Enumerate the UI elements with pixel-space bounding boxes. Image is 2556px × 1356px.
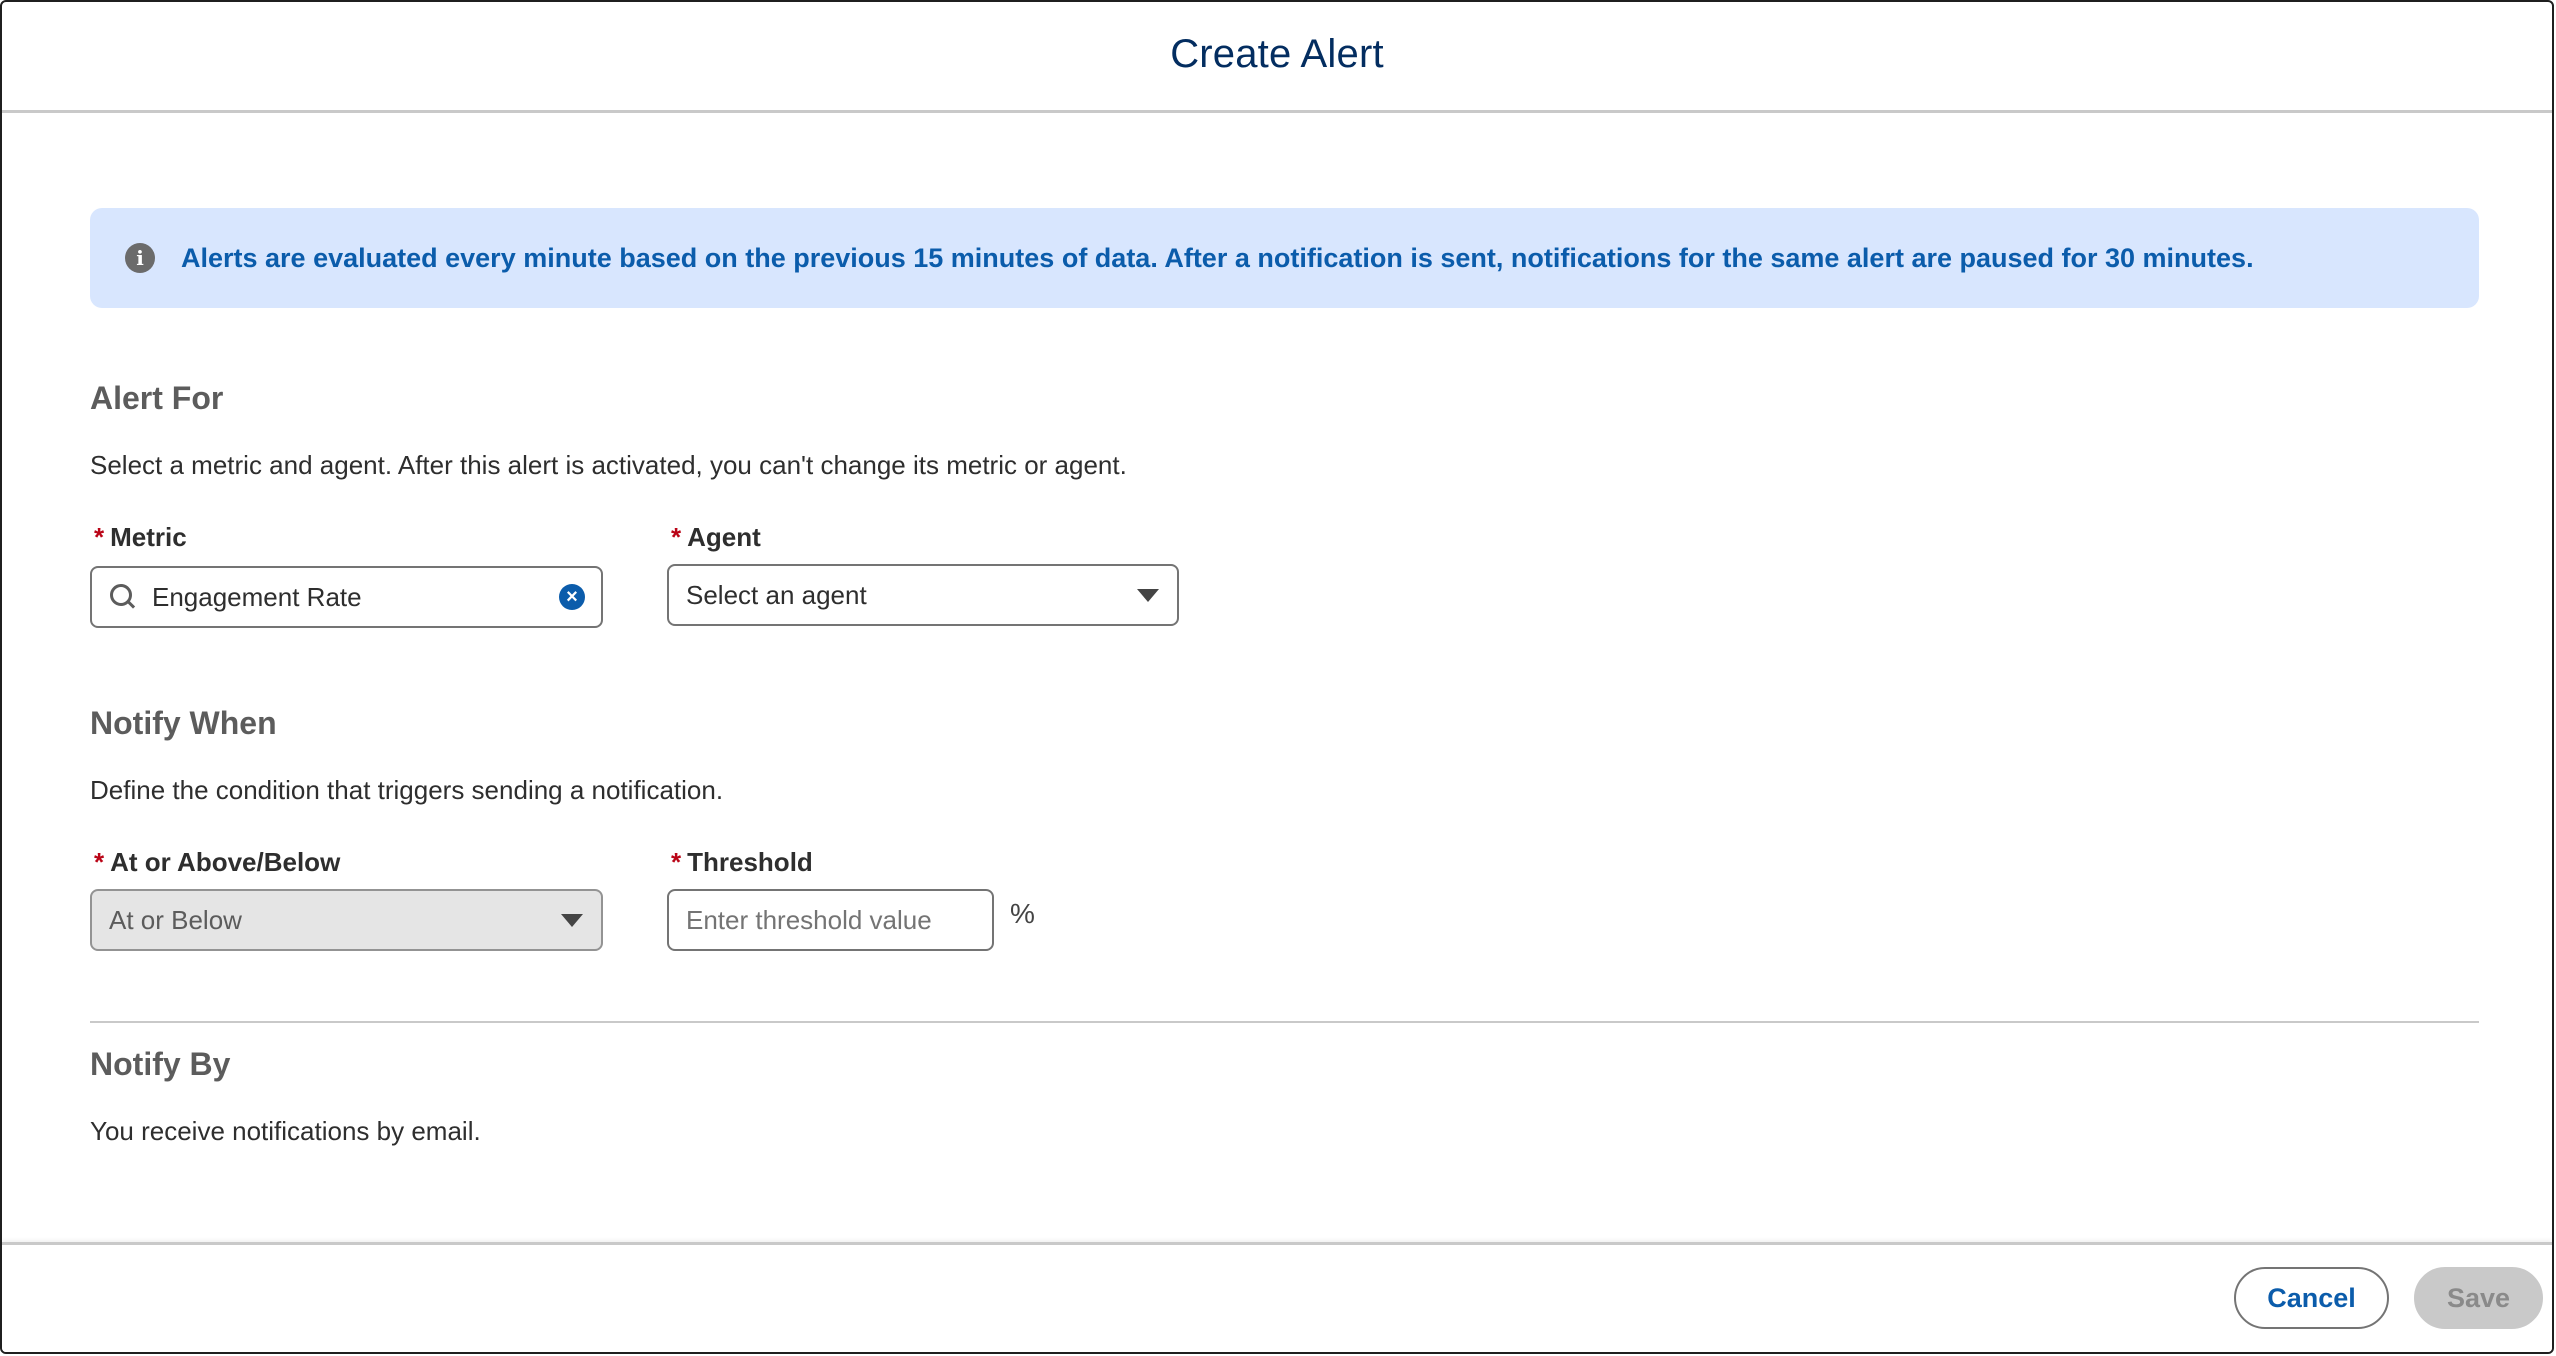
info-banner: i Alerts are evaluated every minute base… [90, 208, 2479, 308]
required-marker: * [671, 522, 682, 552]
modal-title: Create Alert [1170, 31, 1384, 76]
comparison-select[interactable]: At or Below [90, 889, 603, 951]
metric-value: Engagement Rate [152, 581, 362, 612]
section-title-notify-by: Notify By [90, 1046, 231, 1082]
threshold-input[interactable]: Enter threshold value [667, 889, 994, 951]
chevron-down-icon [1137, 588, 1159, 602]
threshold-label: * Threshold [671, 847, 813, 878]
banner-text: Alerts are evaluated every minute based … [181, 242, 2254, 273]
comparison-select-value: At or Below [109, 904, 242, 935]
divider [90, 1021, 2479, 1023]
metric-label: * Metric [94, 522, 187, 553]
clear-icon[interactable]: × [559, 584, 585, 610]
required-marker: * [671, 847, 682, 877]
cancel-button[interactable]: Cancel [2234, 1267, 2389, 1329]
required-marker: * [94, 522, 105, 552]
threshold-unit: % [1010, 898, 1035, 929]
modal-footer: Cancel Save [2, 1242, 2552, 1352]
agent-label: * Agent [671, 522, 761, 553]
save-button[interactable]: Save [2414, 1267, 2543, 1329]
threshold-placeholder: Enter threshold value [686, 904, 932, 935]
metric-label-text: Metric [110, 522, 187, 552]
agent-select-value: Select an agent [686, 579, 867, 610]
comparison-label-text: At or Above/Below [110, 847, 341, 877]
section-description-alert-for: Select a metric and agent. After this al… [90, 450, 1127, 480]
section-title-alert-for: Alert For [90, 380, 224, 416]
section-title-notify-when: Notify When [90, 705, 277, 741]
comparison-label: * At or Above/Below [94, 847, 340, 878]
agent-select[interactable]: Select an agent [667, 564, 1179, 626]
create-alert-modal: Create Alert i Alerts are evaluated ever… [0, 0, 2554, 1354]
threshold-label-text: Threshold [687, 847, 813, 877]
required-marker: * [94, 847, 105, 877]
metric-search-input[interactable]: Engagement Rate × [90, 566, 603, 628]
section-description-notify-by: You receive notifications by email. [90, 1116, 481, 1146]
search-icon [108, 582, 138, 612]
agent-label-text: Agent [687, 522, 761, 552]
chevron-down-icon [561, 913, 583, 927]
modal-header: Create Alert [2, 2, 2552, 113]
section-description-notify-when: Define the condition that triggers sendi… [90, 775, 724, 805]
info-icon: i [125, 243, 155, 273]
